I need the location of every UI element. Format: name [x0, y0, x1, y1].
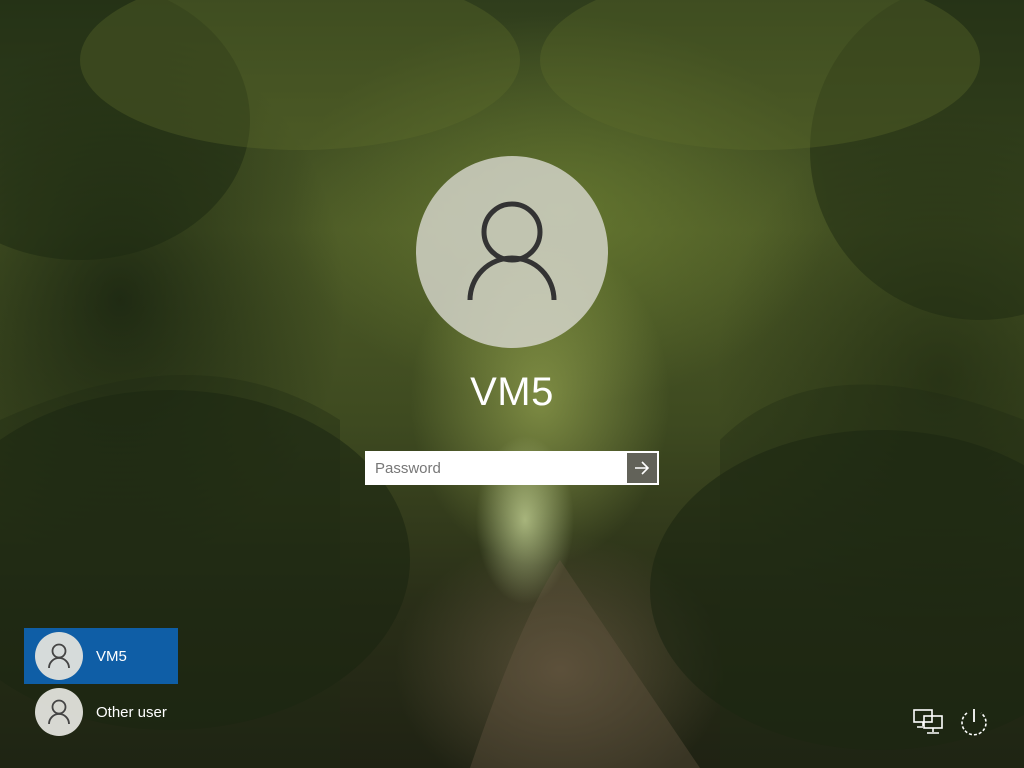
user-silhouette-icon: [48, 699, 70, 725]
network-icon: [913, 709, 943, 734]
power-button[interactable]: [956, 704, 992, 740]
lock-screen: VM5 VM5 Other user: [0, 0, 1024, 768]
password-input[interactable]: [367, 453, 627, 483]
password-box: [365, 451, 659, 485]
network-button[interactable]: [910, 704, 946, 740]
user-silhouette-icon: [48, 643, 70, 669]
user-list-item-vm5[interactable]: VM5: [24, 628, 178, 684]
user-switcher-list: VM5 Other user: [24, 628, 178, 740]
user-avatar-small: [35, 688, 83, 736]
user-list-item-other-user[interactable]: Other user: [24, 684, 178, 740]
arrow-right-icon: [635, 461, 650, 475]
user-list-item-label: VM5: [96, 647, 127, 665]
submit-button[interactable]: [627, 453, 657, 483]
username-title: VM5: [470, 370, 554, 414]
power-icon: [961, 709, 987, 736]
user-avatar-large: [416, 156, 608, 348]
user-silhouette-icon: [467, 201, 557, 301]
user-list-item-label: Other user: [96, 703, 167, 721]
user-avatar-small: [35, 632, 83, 680]
